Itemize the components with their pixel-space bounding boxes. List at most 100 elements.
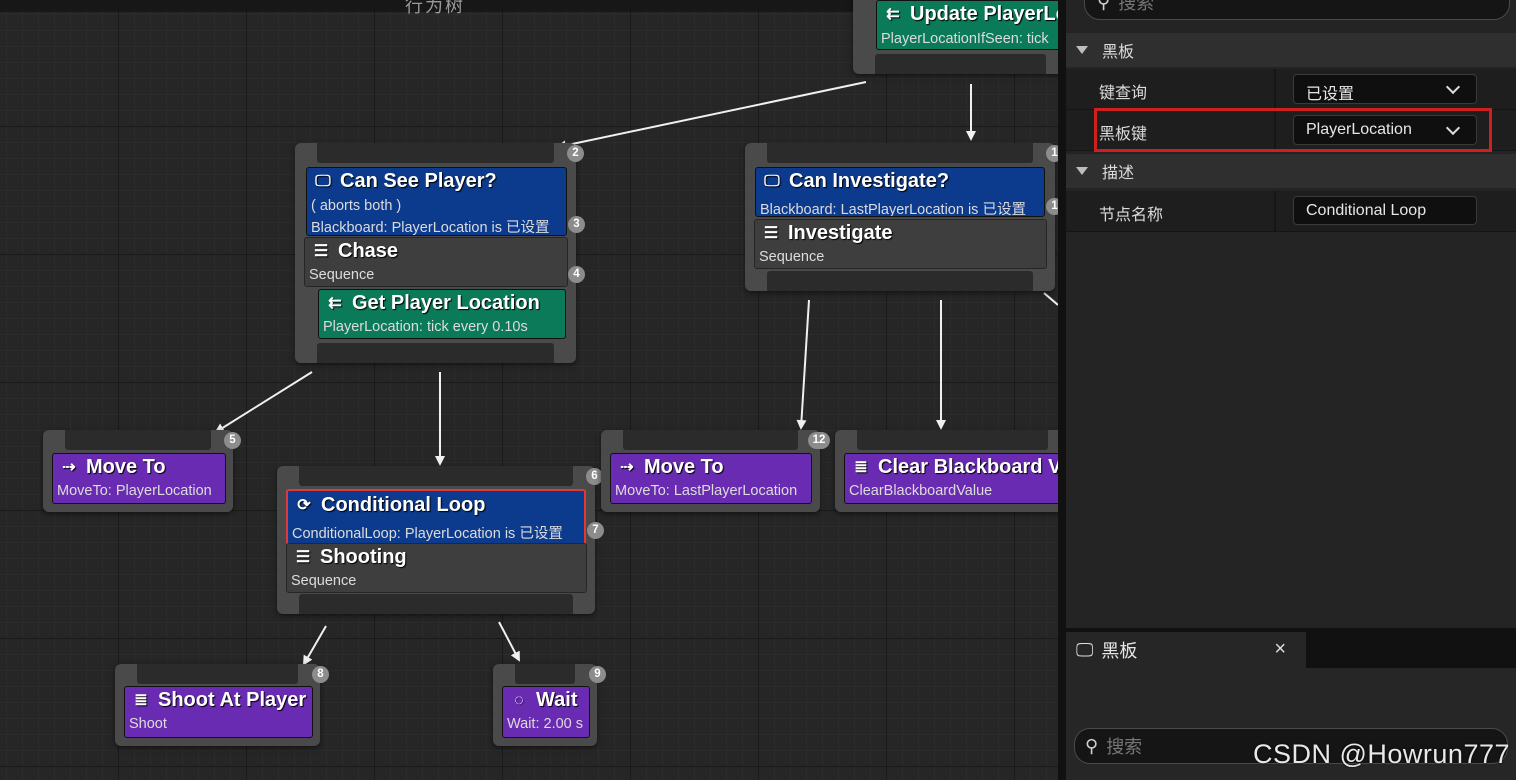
input-pin[interactable]: [317, 143, 554, 163]
node-name-input[interactable]: Conditional Loop: [1293, 196, 1477, 225]
service-icon: ⇇: [886, 5, 900, 23]
execution-order-badge: 2: [567, 145, 584, 162]
input-pin[interactable]: [515, 664, 575, 684]
move-to-icon: ⇢: [620, 458, 634, 476]
task-icon: ≣: [134, 691, 148, 709]
decorator-can-investigate[interactable]: 🖵 Can Investigate? Blackboard: LastPlayer…: [755, 167, 1045, 217]
connection-wires: [214, 81, 1058, 666]
execution-order-badge: 12: [808, 432, 830, 449]
close-icon[interactable]: ×: [1274, 638, 1286, 661]
decorator-conditional-loop[interactable]: ⟳ Conditional Loop ConditionalLoop: Playe…: [286, 489, 586, 545]
execution-order-badge: 3: [568, 216, 585, 233]
task-title: Clear Blackboard Va: [878, 456, 1058, 478]
node-move-to-last-location[interactable]: ⇢ Move To MoveTo: LastPlayerLocation: [601, 430, 820, 512]
decorator-condition: Blackboard: LastPlayerLocation is 已设置: [760, 202, 1026, 217]
node-investigate[interactable]: 🖵 Can Investigate? Blackboard: LastPlayer…: [745, 143, 1055, 291]
tab-label: 黑板: [1101, 641, 1138, 661]
decorator-condition: Blackboard: PlayerLocation is 已设置: [311, 220, 550, 236]
task-icon: ≣: [854, 458, 868, 476]
execution-order-badge: 1: [1046, 198, 1058, 215]
search-icon: ⚲: [1085, 735, 1099, 756]
node-wait[interactable]: ◌ Wait Wait: 2.00 s: [493, 664, 597, 746]
output-pin[interactable]: [767, 271, 1033, 291]
task-title: Move To: [86, 456, 166, 478]
move-to-icon: ⇢: [62, 458, 76, 476]
node-chase[interactable]: 🖵 Can See Player? ( aborts both ) Blackbo…: [295, 143, 576, 363]
collapse-triangle-icon: [1076, 46, 1088, 54]
composite-shooting[interactable]: ☰ Shooting Sequence: [286, 543, 587, 593]
column-divider[interactable]: [1274, 69, 1276, 109]
wait-icon: ◌: [514, 691, 524, 709]
execution-order-badge: 5: [224, 432, 241, 449]
task-wait[interactable]: ◌ Wait Wait: 2.00 s: [502, 686, 590, 738]
task-clear-blackboard-value[interactable]: ≣ Clear Blackboard Va ClearBlackboardValu…: [844, 453, 1058, 504]
loop-icon: ⟳: [297, 496, 311, 514]
input-pin[interactable]: [65, 430, 211, 450]
section-title: 黑板: [1102, 44, 1135, 61]
node-shoot-at-player[interactable]: ≣ Shoot At Player Shoot: [115, 664, 320, 746]
decorator-aborts: ( aborts both ): [311, 198, 402, 214]
section-header-blackboard[interactable]: 黑板: [1066, 33, 1516, 67]
details-search-input[interactable]: ⚲ 搜索: [1084, 0, 1510, 20]
wire-chase-to-moveto: [214, 371, 313, 434]
task-subtitle: MoveTo: PlayerLocation: [57, 483, 212, 499]
output-pin[interactable]: [317, 343, 554, 363]
section-title: 描述: [1102, 165, 1135, 182]
blackboard-decorator-icon: 🖵: [315, 172, 331, 190]
node-clear-blackboard-value[interactable]: ≣ Clear Blackboard Va ClearBlackboardValu…: [835, 430, 1058, 512]
node-shooting[interactable]: ⟳ Conditional Loop ConditionalLoop: Playe…: [277, 466, 595, 614]
task-title: Wait: [536, 689, 578, 711]
service-title: Update PlayerLo: [910, 3, 1058, 25]
decorator-can-see-player[interactable]: 🖵 Can See Player? ( aborts both ) Blackbo…: [306, 167, 567, 236]
composite-type: Sequence: [291, 573, 357, 589]
composite-investigate[interactable]: ☰ Investigate Sequence: [754, 219, 1047, 269]
output-pin[interactable]: [299, 594, 573, 614]
input-pin[interactable]: [857, 430, 1048, 450]
blackboard-decorator-icon: 🖵: [764, 172, 780, 190]
composite-type: Sequence: [309, 267, 375, 283]
property-row-key-query: 键查询 已设置: [1066, 69, 1516, 110]
task-shoot-at-player[interactable]: ≣ Shoot At Player Shoot: [124, 686, 313, 738]
execution-order-badge: 7: [587, 522, 604, 539]
input-pin[interactable]: [137, 664, 298, 684]
composite-chase[interactable]: ☰ Chase Sequence: [304, 237, 568, 287]
decorator-title: Conditional Loop: [321, 494, 486, 516]
wire-investigate-offscreen: [1043, 292, 1058, 306]
column-divider[interactable]: [1274, 191, 1276, 231]
sequence-icon: ☰: [295, 548, 311, 566]
dropdown-value: 已设置: [1306, 86, 1355, 103]
node-move-to-player[interactable]: ⇢ Move To MoveTo: PlayerLocation: [43, 430, 233, 512]
property-label: 节点名称: [1099, 207, 1164, 224]
node-update-player-location[interactable]: ⇇ Update PlayerLo PlayerLocationIfSeen: t…: [853, 0, 1058, 74]
blackboard-tab-bar: 🖵 黑板 ×: [1066, 628, 1516, 668]
section-header-description[interactable]: 描述: [1066, 154, 1516, 188]
task-move-to-last-location[interactable]: ⇢ Move To MoveTo: LastPlayerLocation: [610, 453, 812, 504]
key-query-dropdown[interactable]: 已设置: [1293, 74, 1477, 104]
behavior-tree-graph[interactable]: 行为树 ⇇ Update PlayerLo PlayerLocationIfSee…: [0, 0, 1058, 780]
service-update-player-location[interactable]: ⇇ Update PlayerLo PlayerLocationIfSeen: t…: [876, 0, 1058, 50]
composite-type: Sequence: [759, 249, 825, 265]
composite-title: Chase: [338, 240, 399, 262]
tab-blackboard[interactable]: 🖵 黑板 ×: [1066, 632, 1306, 668]
property-label: 键查询: [1099, 85, 1148, 102]
search-placeholder: 搜索: [1118, 0, 1155, 13]
service-get-player-location[interactable]: ⇇ Get Player Location PlayerLocation: tic…: [318, 289, 566, 339]
task-subtitle: MoveTo: LastPlayerLocation: [615, 483, 798, 499]
input-pin[interactable]: [767, 143, 1033, 163]
task-title: Move To: [644, 456, 724, 478]
collapse-triangle-icon: [1076, 167, 1088, 175]
input-pin[interactable]: [299, 466, 573, 486]
decorator-title: Can Investigate?: [789, 170, 950, 192]
execution-order-badge: 1: [1046, 145, 1058, 162]
input-value: Conditional Loop: [1306, 202, 1427, 219]
annotation-highlight-box: [1094, 108, 1492, 152]
output-pin[interactable]: [875, 54, 1046, 74]
sequence-icon: ☰: [313, 242, 329, 260]
execution-order-badge: 9: [589, 666, 606, 683]
task-move-to-player[interactable]: ⇢ Move To MoveTo: PlayerLocation: [52, 453, 226, 504]
wire-investigate-to-moveto: [796, 299, 810, 430]
input-pin[interactable]: [623, 430, 798, 450]
details-panel: ⚲ 搜索 黑板 键查询 已设置 黑板键 PlayerLocation 描述 节点…: [1058, 0, 1516, 628]
task-subtitle: Shoot: [129, 716, 167, 732]
execution-order-badge: 8: [312, 666, 329, 683]
